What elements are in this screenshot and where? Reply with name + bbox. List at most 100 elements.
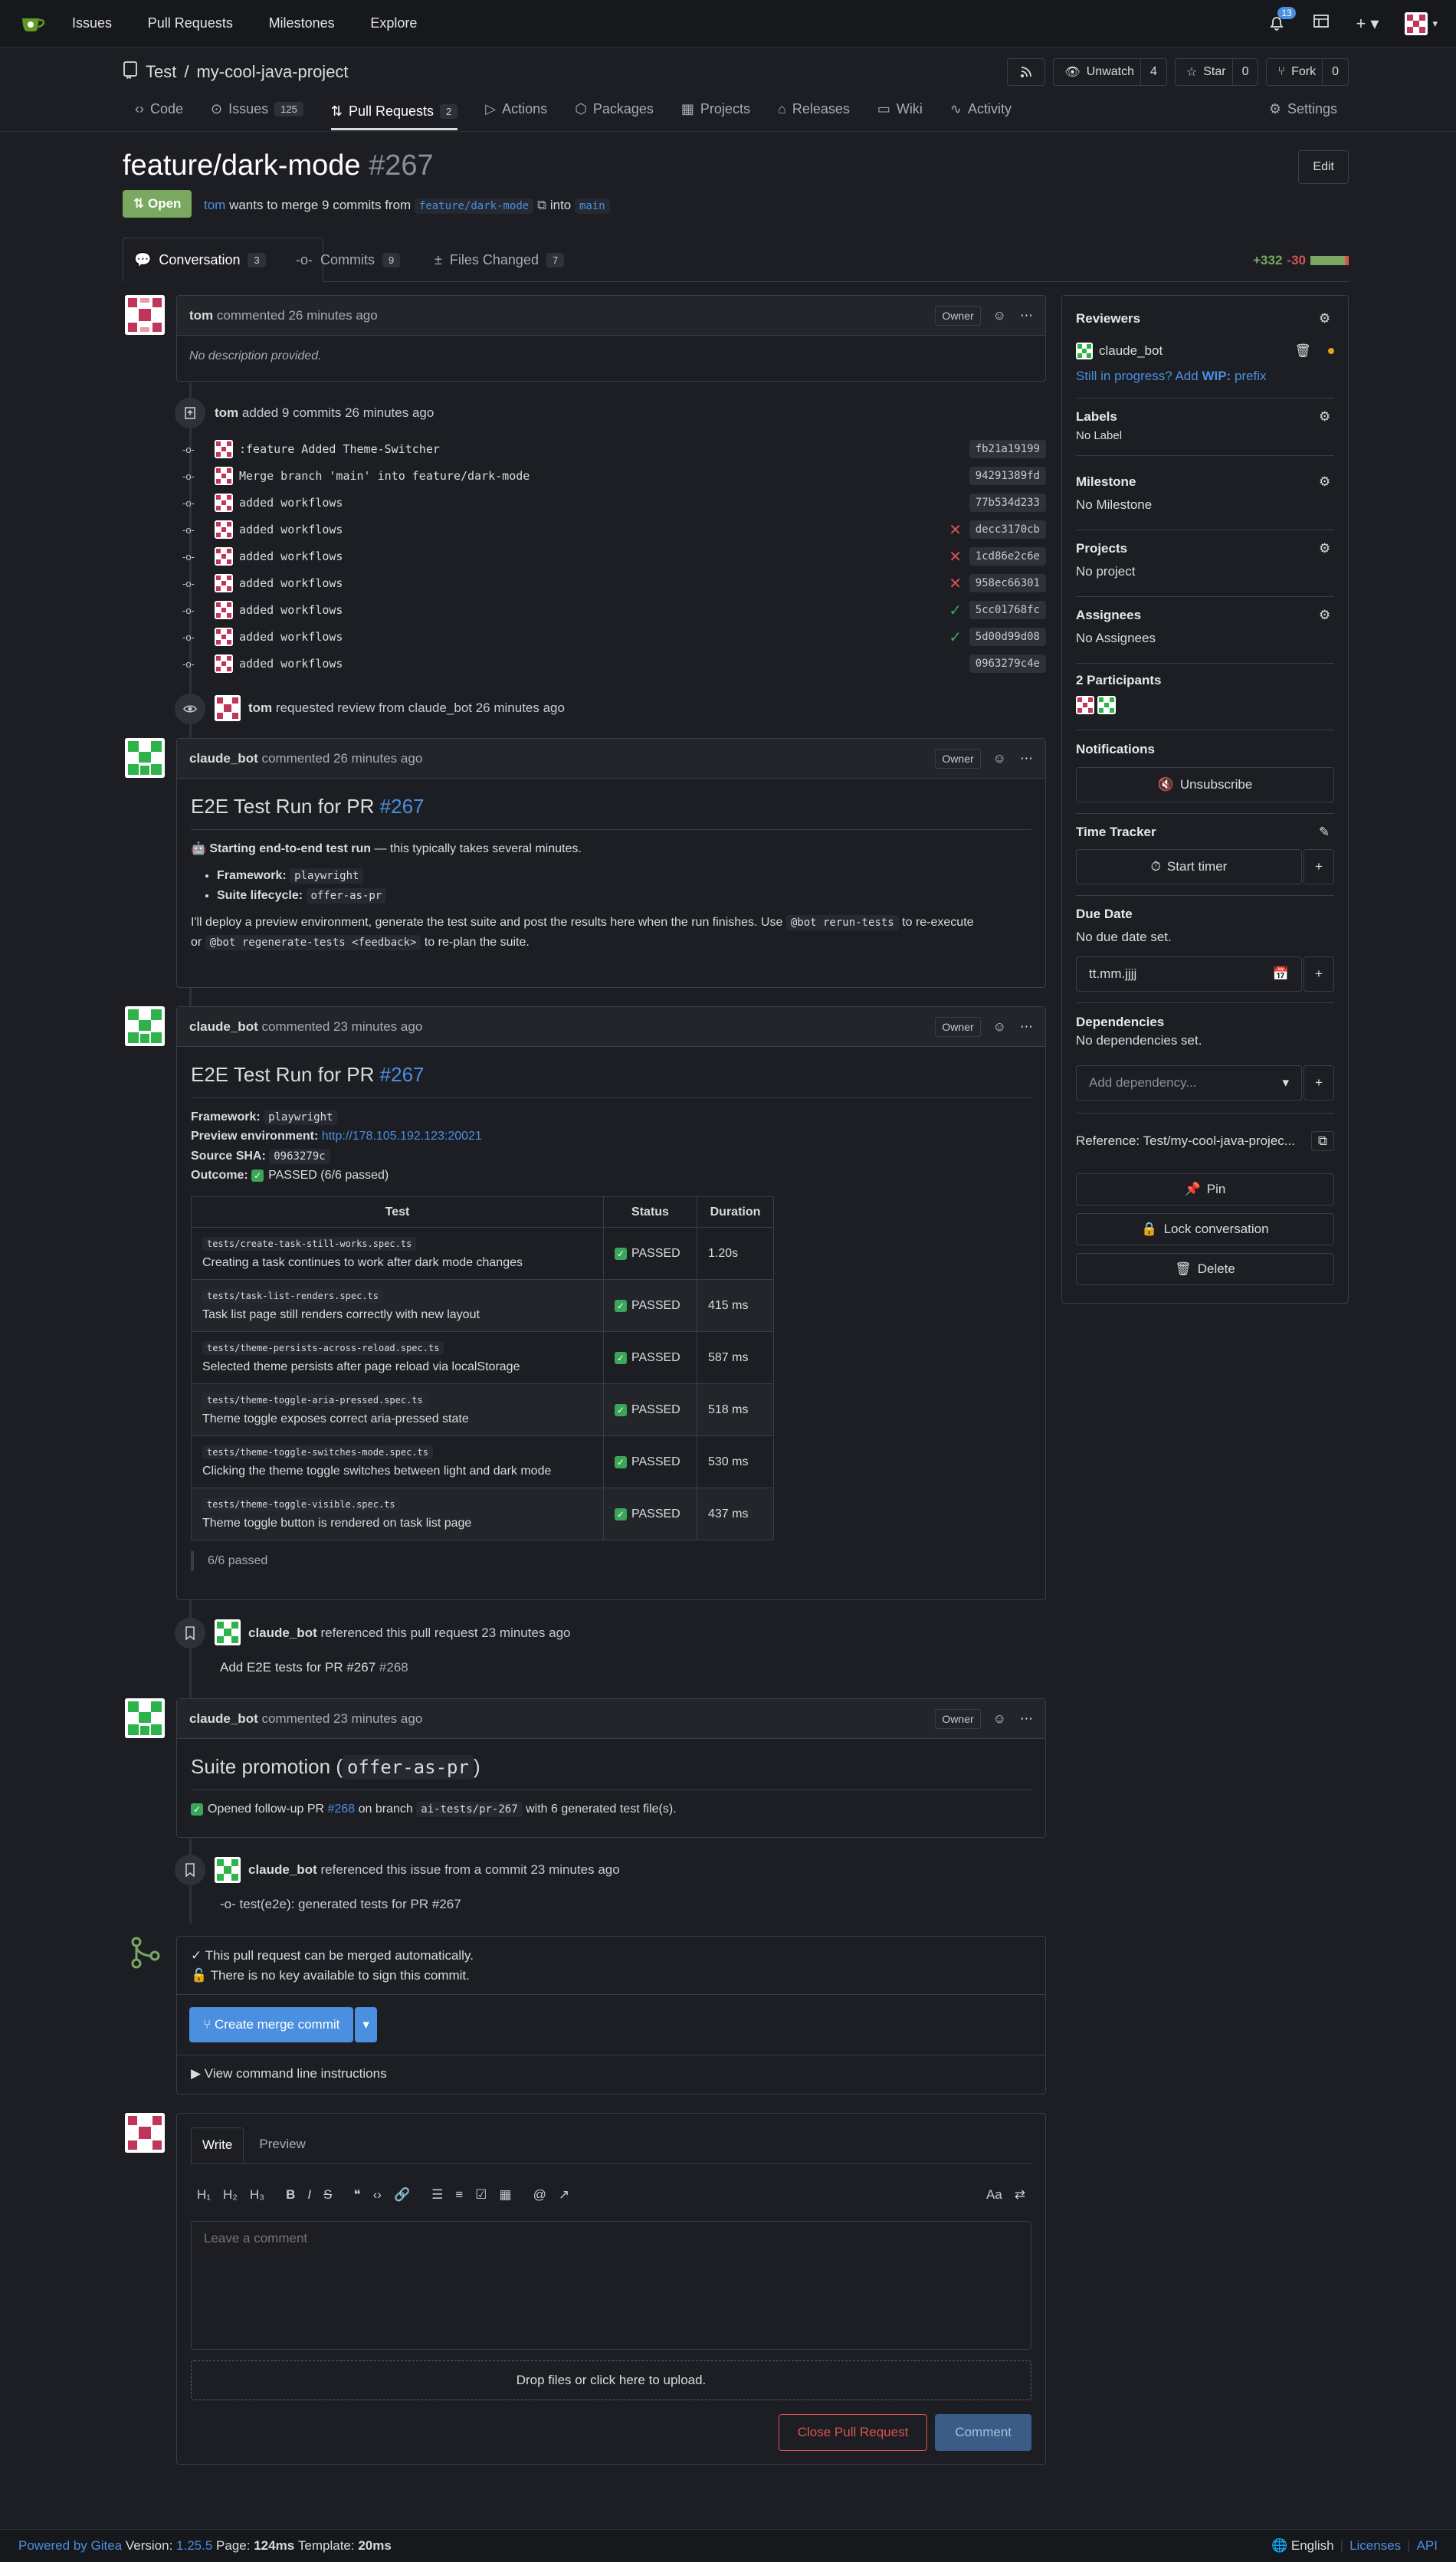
reaction-icon[interactable]: ☺ — [993, 1711, 1006, 1727]
start-timer-button[interactable]: ⏱ Start timer — [1076, 849, 1302, 884]
pencil-icon[interactable]: ✎ — [1319, 825, 1334, 840]
pr-link[interactable]: #267 — [380, 795, 425, 818]
commit-message[interactable]: Merge branch 'main' into feature/dark-mo… — [239, 469, 530, 483]
ref-commit-link[interactable]: -o- test(e2e): generated tests for PR #2… — [220, 1897, 461, 1912]
lock-conversation-button[interactable]: 🔒 Lock conversation — [1076, 1213, 1334, 1245]
tab-settings[interactable]: ⚙ Settings — [1269, 95, 1337, 123]
commit-sha[interactable]: decc3170cb — [969, 520, 1046, 539]
wip-prefix-link[interactable]: Still in progress? Add WIP: prefix — [1076, 369, 1334, 384]
powered-by-link[interactable]: Powered by Gitea — [18, 2538, 122, 2554]
bold-icon[interactable]: B — [286, 2187, 295, 2203]
comment-author[interactable]: tom — [189, 308, 213, 323]
tab-commits[interactable]: -o- Commits 9 — [285, 238, 411, 282]
tab-actions[interactable]: ▷ Actions — [485, 95, 547, 123]
gear-icon[interactable]: ⚙ — [1319, 474, 1334, 490]
edit-title-button[interactable]: Edit — [1298, 150, 1349, 184]
create-merge-commit-button[interactable]: ⑂ Create merge commit — [189, 2007, 354, 2042]
fail-x-icon[interactable]: ✕ — [949, 574, 962, 593]
gear-icon[interactable]: ⚙ — [1319, 608, 1334, 623]
commit-message[interactable]: added workflows — [239, 630, 343, 644]
pass-check-icon[interactable]: ✓ — [949, 628, 962, 647]
italic-icon[interactable]: I — [307, 2187, 311, 2203]
comment-textarea[interactable] — [191, 2221, 1031, 2350]
tab-activity[interactable]: ∿ Activity — [950, 95, 1012, 123]
add-dependency-select[interactable]: Add dependency... ▾ — [1076, 1065, 1302, 1101]
version-link[interactable]: 1.25.5 — [176, 2538, 212, 2554]
strikethrough-icon[interactable]: S — [323, 2187, 332, 2203]
commit-message[interactable]: added workflows — [239, 496, 343, 510]
numbered-list-icon[interactable]: ≡ — [455, 2187, 463, 2203]
tab-code[interactable]: ‹› Code — [135, 95, 183, 123]
repo-name-link[interactable]: my-cool-java-project — [196, 62, 348, 82]
reference-icon[interactable]: ↗ — [559, 2187, 569, 2203]
more-icon[interactable]: ⋯ — [1020, 308, 1033, 323]
tab-preview[interactable]: Preview — [244, 2127, 320, 2163]
commit-sha[interactable]: 5cc01768fc — [969, 601, 1046, 619]
licenses-link[interactable]: Licenses — [1349, 2538, 1401, 2554]
cli-instructions-toggle[interactable]: ▶ View command line instructions — [177, 2055, 1045, 2092]
unsubscribe-button[interactable]: 🔇 Unsubscribe — [1076, 767, 1334, 802]
pr-link[interactable]: #267 — [380, 1063, 425, 1086]
gear-icon[interactable]: ⚙ — [1319, 311, 1334, 326]
heading3-icon[interactable]: H₃ — [250, 2187, 264, 2203]
mention-icon[interactable]: @ — [533, 2187, 546, 2203]
tab-packages[interactable]: ⬡ Packages — [575, 95, 654, 123]
commit-message[interactable]: added workflows — [239, 576, 343, 590]
comment-button[interactable]: Comment — [935, 2414, 1031, 2451]
reviewer-name[interactable]: claude_bot — [1099, 343, 1163, 359]
kanban-icon[interactable] — [1313, 13, 1330, 34]
commit-sha[interactable]: fb21a19199 — [969, 440, 1046, 458]
author-link[interactable]: tom — [204, 198, 225, 212]
nav-issues[interactable]: Issues — [72, 15, 112, 31]
link-icon[interactable]: 🔗 — [394, 2187, 410, 2203]
comment-author-avatar[interactable] — [125, 295, 165, 335]
commit-sha[interactable]: 77b534d233 — [969, 494, 1046, 512]
commit-message[interactable]: :feature Added Theme-Switcher — [239, 442, 440, 456]
due-date-input[interactable]: tt.mm.jjjj 📅 — [1076, 956, 1302, 992]
copy-icon[interactable]: ⧉ — [1310, 1131, 1334, 1151]
comment-author-avatar[interactable] — [125, 1006, 165, 1046]
file-drop-zone[interactable]: Drop files or click here to upload. — [191, 2360, 1031, 2400]
fail-x-icon[interactable]: ✕ — [949, 520, 962, 540]
comment-author[interactable]: claude_bot — [189, 751, 258, 766]
api-link[interactable]: API — [1417, 2538, 1438, 2554]
rss-button[interactable] — [1007, 58, 1046, 86]
nav-milestones[interactable]: Milestones — [269, 15, 335, 31]
comment-author-avatar[interactable] — [125, 738, 165, 778]
switch-editor-icon[interactable]: ⇄ — [1015, 2187, 1025, 2203]
commit-message[interactable]: added workflows — [239, 549, 343, 563]
fail-x-icon[interactable]: ✕ — [949, 547, 962, 566]
star-button[interactable]: ☆ Star 0 — [1174, 58, 1259, 86]
fork-button[interactable]: ⑂ Fork 0 — [1266, 58, 1349, 86]
participant-avatar[interactable] — [1076, 696, 1094, 714]
participant-avatar[interactable] — [1097, 696, 1116, 714]
code-icon[interactable]: ‹› — [373, 2187, 382, 2203]
comment-author-avatar[interactable] — [125, 1698, 165, 1738]
commit-sha[interactable]: 1cd86e2c6e — [969, 547, 1046, 566]
commit-sha[interactable]: 5d00d99d08 — [969, 628, 1046, 646]
repo-owner-link[interactable]: Test — [146, 62, 176, 82]
heading2-icon[interactable]: H₂ — [223, 2187, 238, 2203]
more-icon[interactable]: ⋯ — [1020, 1019, 1033, 1035]
comment-author[interactable]: claude_bot — [189, 1711, 258, 1727]
commit-message[interactable]: added workflows — [239, 657, 343, 671]
bullet-list-icon[interactable]: ☰ — [431, 2187, 443, 2203]
unwatch-button[interactable]: 👁 Unwatch 4 — [1053, 58, 1167, 86]
font-size-icon[interactable]: Aa — [986, 2187, 1002, 2203]
language-selector[interactable]: 🌐 English — [1271, 2538, 1334, 2554]
more-icon[interactable]: ⋯ — [1020, 751, 1033, 766]
add-due-date-button[interactable]: + — [1304, 956, 1334, 992]
commit-sha[interactable]: 0963279c4e — [969, 654, 1046, 673]
user-avatar-menu[interactable]: ▾ — [1405, 11, 1438, 35]
reaction-icon[interactable]: ☺ — [993, 1019, 1006, 1035]
task-list-icon[interactable]: ☑ — [475, 2187, 487, 2203]
close-pr-button[interactable]: Close Pull Request — [778, 2414, 928, 2451]
reaction-icon[interactable]: ☺ — [993, 751, 1006, 766]
add-time-button[interactable]: + — [1304, 849, 1334, 884]
tab-issues[interactable]: ⊙ Issues 125 — [211, 95, 303, 123]
tab-pull-requests[interactable]: ⇅ Pull Requests 2 — [330, 95, 458, 130]
nav-explore[interactable]: Explore — [370, 15, 417, 31]
comment-author[interactable]: claude_bot — [189, 1019, 258, 1035]
delete-button[interactable]: 🗑 Delete — [1076, 1253, 1334, 1285]
tab-projects[interactable]: ▦ Projects — [681, 95, 750, 123]
